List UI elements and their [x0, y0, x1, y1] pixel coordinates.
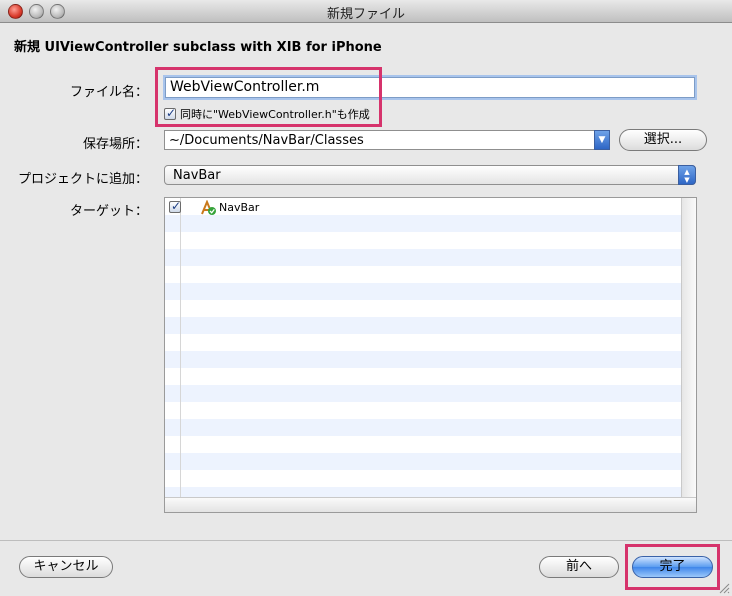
column-separator: [180, 198, 181, 498]
targets-list[interactable]: ✓ NavBar: [164, 197, 697, 513]
horizontal-scrollbar[interactable]: [165, 497, 696, 512]
finish-highlight-annotation: [625, 544, 720, 590]
resize-grip-icon[interactable]: [718, 582, 730, 594]
add-to-project-value: NavBar: [173, 168, 221, 183]
filename-highlight-annotation: [155, 67, 382, 127]
title-bar: 新規ファイル: [0, 0, 732, 23]
previous-button[interactable]: 前へ: [539, 556, 619, 578]
window-title: 新規ファイル: [326, 7, 405, 22]
template-heading: 新規 UIViewController subclass with XIB fo…: [14, 40, 382, 55]
location-value: ~/Documents/NavBar/Classes: [169, 133, 364, 148]
target-row[interactable]: ✓ NavBar: [165, 199, 665, 215]
footer-separator: [0, 540, 732, 541]
popup-arrows-icon: ▲ ▼: [678, 165, 696, 185]
add-to-project-label: プロジェクトに追加：: [17, 172, 148, 187]
add-to-project-popup[interactable]: NavBar ▲ ▼: [164, 165, 696, 185]
location-combobox[interactable]: ~/Documents/NavBar/Classes ▼: [164, 130, 610, 150]
location-label: 保存場所：: [82, 137, 148, 152]
chevron-down-icon: ▼: [598, 135, 606, 145]
vertical-scrollbar[interactable]: [681, 198, 696, 498]
list-stripes: [165, 198, 682, 498]
checkmark-icon: ✓: [171, 199, 182, 213]
app-target-icon: [201, 200, 216, 215]
choose-location-button[interactable]: 選択...: [619, 129, 707, 151]
filename-label: ファイル名：: [69, 85, 148, 100]
target-name: NavBar: [219, 201, 260, 214]
location-dropdown-button[interactable]: ▼: [594, 130, 610, 150]
target-checkbox[interactable]: ✓: [169, 199, 182, 213]
cancel-button[interactable]: キャンセル: [19, 556, 113, 578]
targets-label: ターゲット：: [69, 204, 148, 219]
